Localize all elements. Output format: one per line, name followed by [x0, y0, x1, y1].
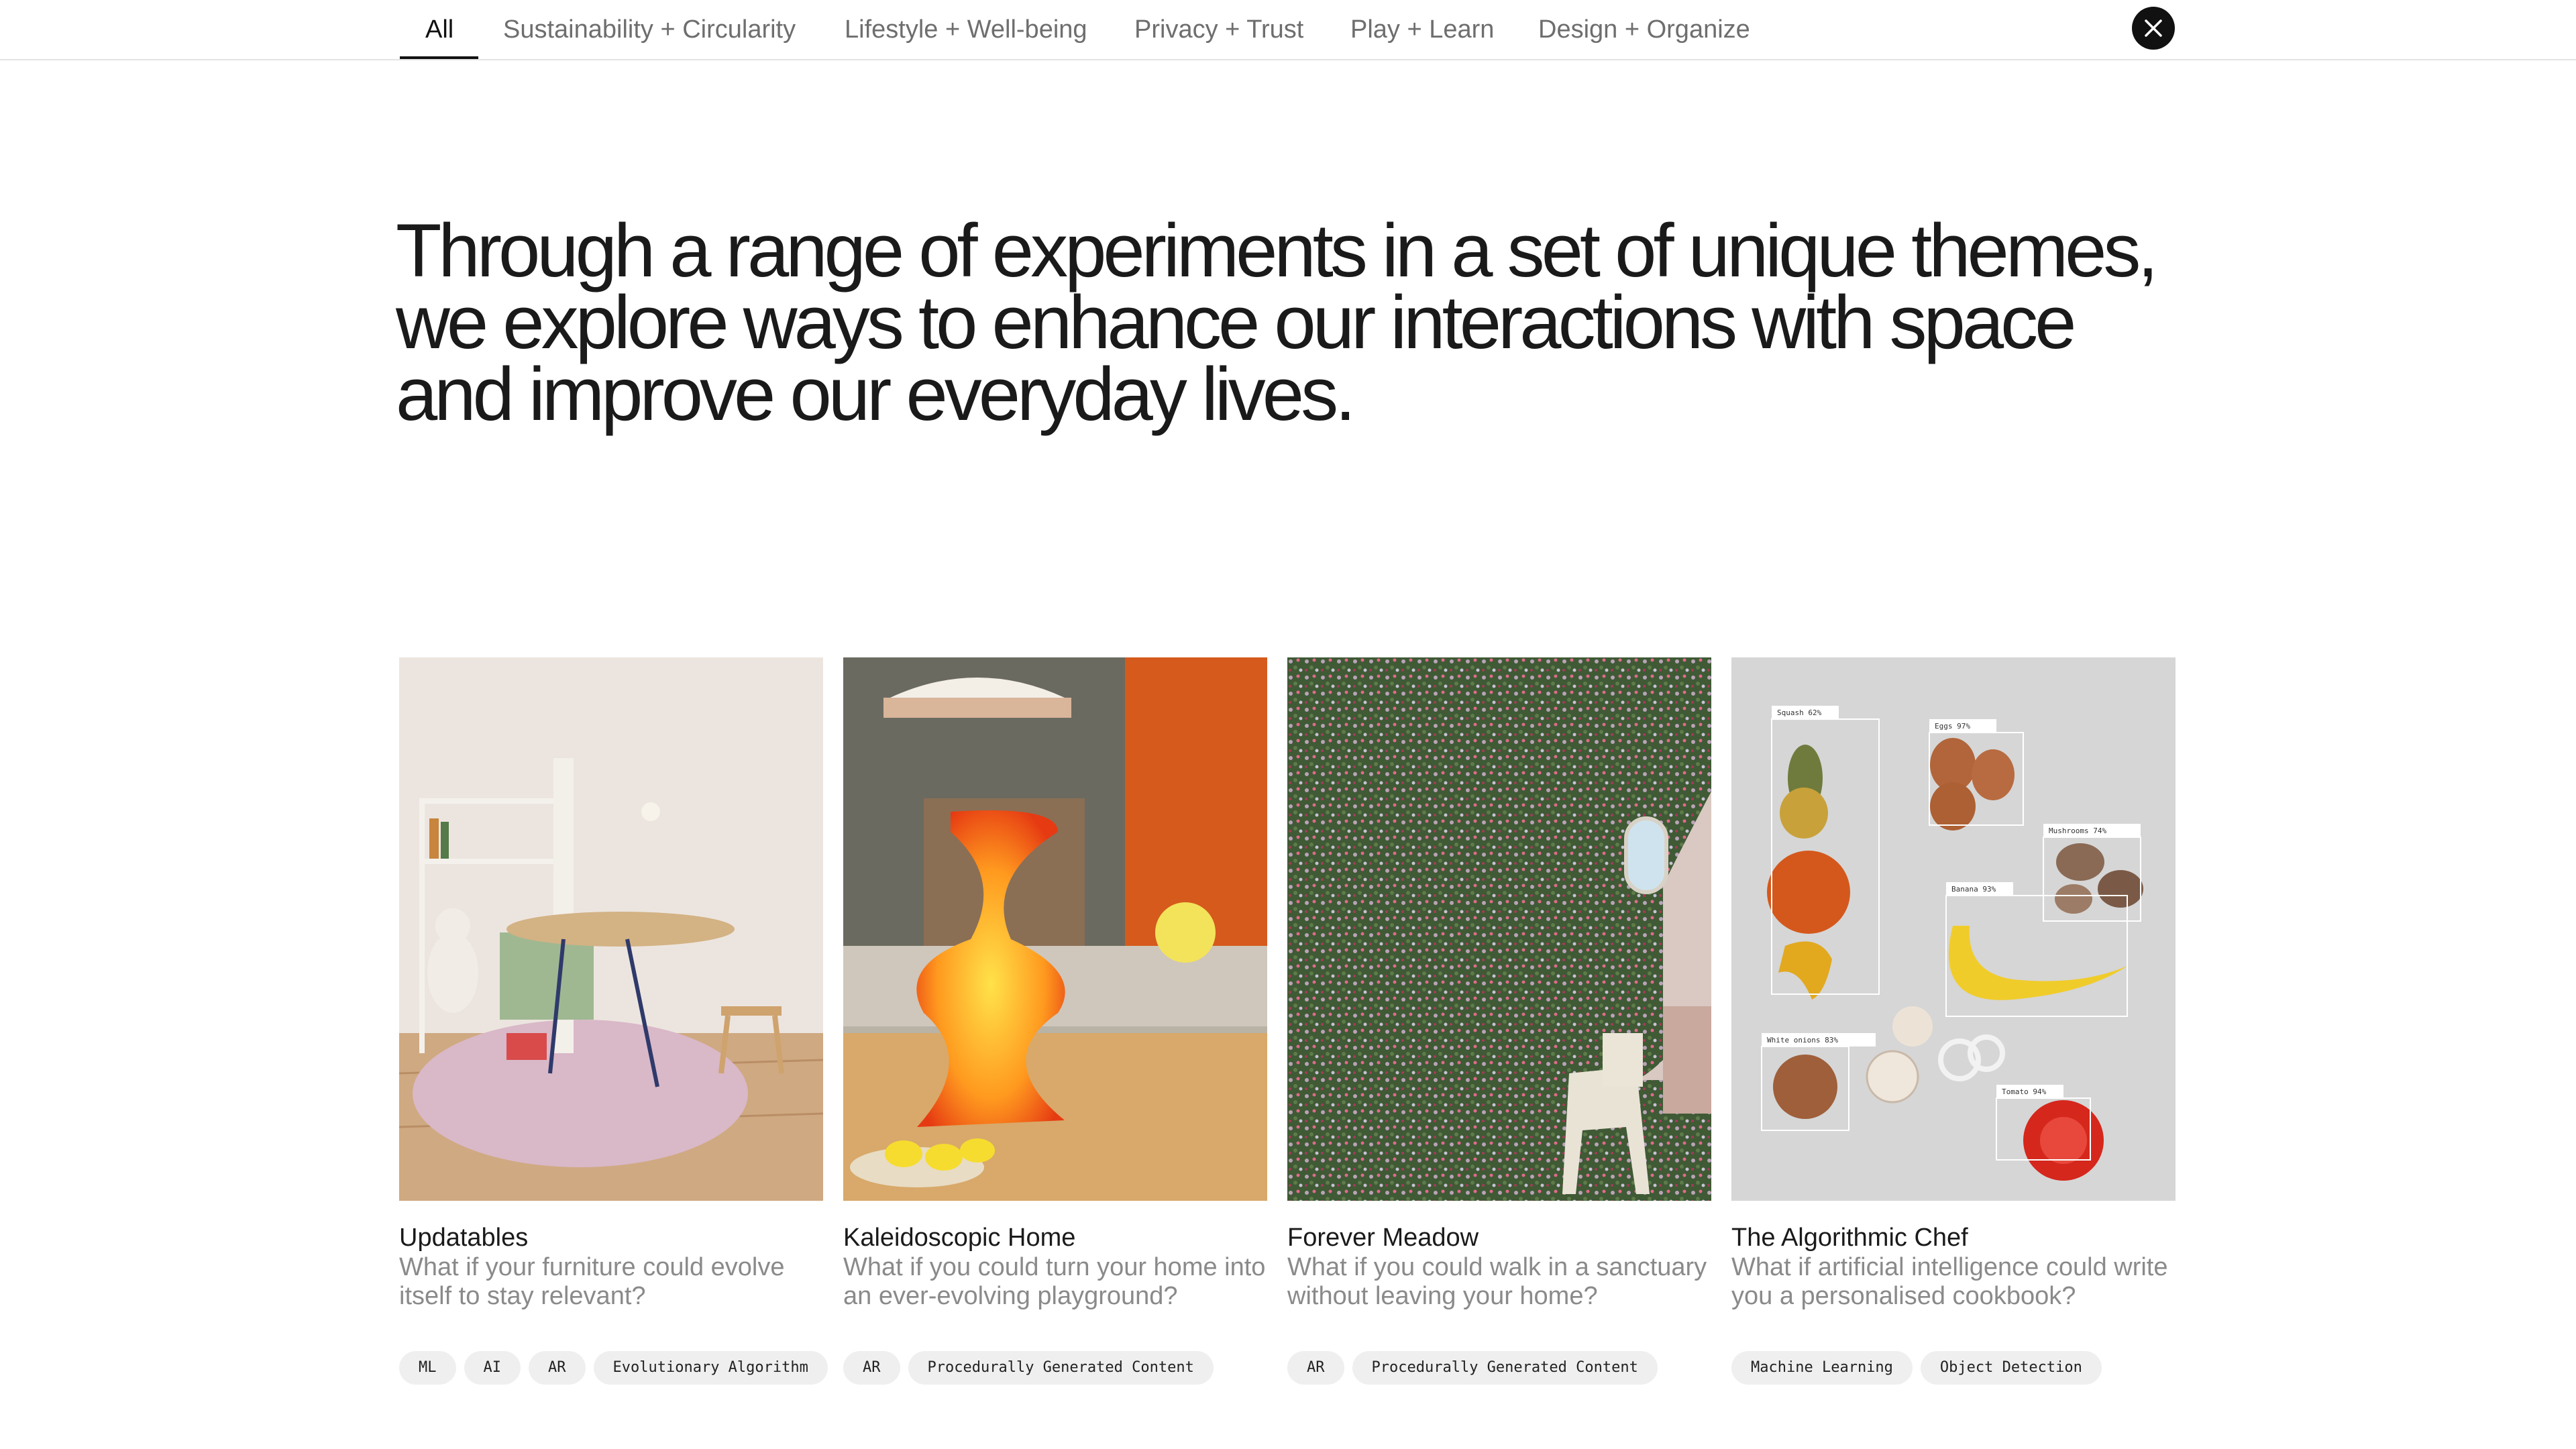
card-description: What if artificial intelligence could wr…: [1731, 1253, 2168, 1310]
active-tab-indicator: [400, 56, 478, 59]
tab-play-learn[interactable]: Play + Learn: [1350, 0, 1494, 58]
tab-privacy-trust[interactable]: Privacy + Trust: [1134, 0, 1303, 58]
tag-chip[interactable]: Procedurally Generated Content: [908, 1351, 1214, 1385]
kaleidoscopic-home-image: [843, 657, 1267, 1201]
tab-all[interactable]: All: [425, 0, 453, 58]
card-tags: AR Procedurally Generated Content: [843, 1351, 1214, 1385]
close-icon: [2145, 19, 2162, 37]
detection-label-tomato: Tomato 94%: [2002, 1087, 2047, 1096]
card-title[interactable]: Kaleidoscopic Home: [843, 1224, 1075, 1252]
tag-chip[interactable]: Object Detection: [1920, 1351, 2102, 1385]
tag-chip[interactable]: AI: [464, 1351, 521, 1385]
tag-chip[interactable]: Machine Learning: [1731, 1351, 1913, 1385]
detection-label-white-onions: White onions 83%: [1767, 1036, 1838, 1044]
tag-chip[interactable]: Procedurally Generated Content: [1352, 1351, 1658, 1385]
card-description: What if you could walk in a sanctuary wi…: [1287, 1253, 1707, 1310]
tag-chip[interactable]: Evolutionary Algorithm: [593, 1351, 828, 1385]
close-button[interactable]: [2132, 7, 2175, 50]
category-nav: All Sustainability + Circularity Lifesty…: [0, 0, 2576, 60]
card-title[interactable]: Forever Meadow: [1287, 1224, 1479, 1252]
tag-chip[interactable]: AR: [1287, 1351, 1344, 1385]
detection-label-mushrooms: Mushrooms 74%: [2049, 826, 2106, 835]
tag-chip[interactable]: AR: [529, 1351, 586, 1385]
algorithmic-chef-image: Squash 62% Eggs 97% Mushrooms 74% Banana…: [1731, 657, 2176, 1201]
tab-lifestyle-well-being[interactable]: Lifestyle + Well-being: [845, 0, 1087, 58]
forever-meadow-image: [1287, 657, 1711, 1201]
updatables-image: [399, 657, 823, 1201]
card-tags: Machine Learning Object Detection: [1731, 1351, 2102, 1385]
intro-heading: Through a range of experiments in a set …: [396, 209, 2159, 436]
card-title[interactable]: Updatables: [399, 1224, 528, 1252]
tag-chip[interactable]: ML: [399, 1351, 456, 1385]
card-description: What if your furniture could evolve itse…: [399, 1253, 785, 1310]
card-description: What if you could turn your home into an…: [843, 1253, 1266, 1310]
detection-label-banana: Banana 93%: [1951, 885, 1996, 894]
detection-label-eggs: Eggs 97%: [1935, 722, 1970, 731]
card-tags: AR Procedurally Generated Content: [1287, 1351, 1658, 1385]
card-title[interactable]: The Algorithmic Chef: [1731, 1224, 1968, 1252]
card-tags: ML AI AR Evolutionary Algorithm: [399, 1351, 828, 1385]
tab-sustainability-circularity[interactable]: Sustainability + Circularity: [503, 0, 796, 58]
tab-design-organize[interactable]: Design + Organize: [1538, 0, 1750, 58]
tag-chip[interactable]: AR: [843, 1351, 900, 1385]
detection-label-squash: Squash 62%: [1777, 708, 1822, 717]
